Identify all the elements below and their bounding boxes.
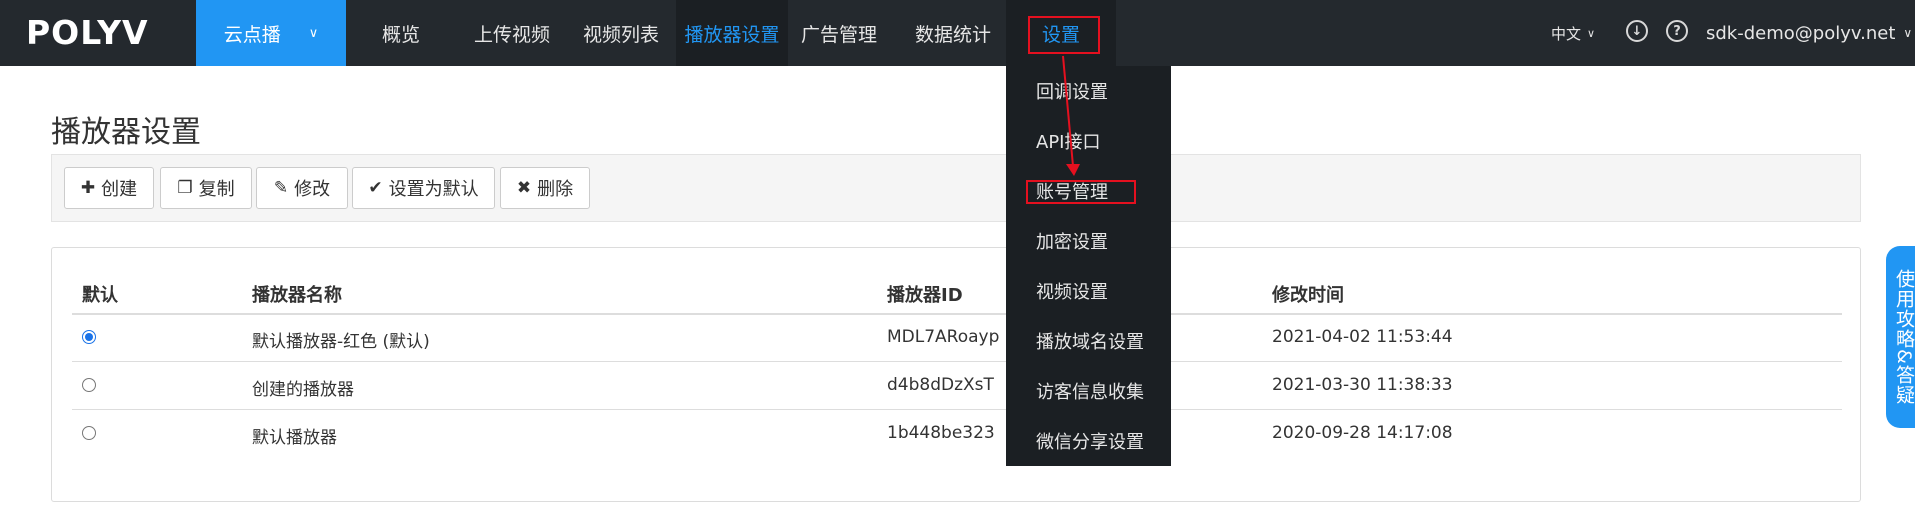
trash-icon: ✖ [516,178,532,198]
copy-button[interactable]: ❐ 复制 [160,167,252,209]
modified-time: 2021-04-02 11:53:44 [1272,327,1453,347]
column-header-id: 播放器ID [887,285,963,306]
player-id: MDL7ARoayp [887,327,1000,347]
account-highlight-box [1026,180,1136,204]
action-toolbar: ✚ 创建 ❐ 复制 ✎ 修改 ✔ 设置为默认 ✖ 删除 [51,154,1861,222]
menu-item-api[interactable]: API接口 [1036,126,1100,156]
help-guide-tab[interactable]: 使用攻略&答疑 [1886,246,1915,428]
menu-item-visitor-info[interactable]: 访客信息收集 [1036,376,1144,406]
nav-player-settings[interactable]: 播放器设置 [676,0,788,66]
menu-item-domain-settings[interactable]: 播放域名设置 [1036,326,1144,356]
header-divider [72,313,1842,315]
nav-video-list[interactable]: 视频列表 [578,0,664,66]
download-icon[interactable]: ↓ [1626,20,1648,42]
copy-label: 复制 [198,179,235,200]
player-table-panel: 默认 播放器名称 播放器ID 修改时间 默认播放器-红色 (默认) MDL7AR… [51,247,1861,502]
settings-dropdown-menu: 回调设置 API接口 账号管理 加密设置 视频设置 播放域名设置 访客信息收集 … [1006,66,1171,466]
language-switcher[interactable]: 中文 ∨ [1551,0,1595,66]
help-icon[interactable]: ? [1666,20,1688,42]
column-header-modified: 修改时间 [1272,285,1344,306]
edit-button[interactable]: ✎ 修改 [256,167,348,209]
edit-label: 修改 [294,179,331,200]
modified-time: 2020-09-28 14:17:08 [1272,423,1453,443]
create-label: 创建 [101,179,138,200]
nav-upload-video[interactable]: 上传视频 [466,0,558,66]
page-title: 播放器设置 [51,115,201,150]
user-email: sdk-demo@polyv.net [1706,22,1896,44]
row-divider [72,361,1842,362]
player-name: 默认播放器 [252,428,337,448]
default-radio[interactable] [82,378,96,392]
nav-overview[interactable]: 概览 [366,0,436,66]
product-label: 云点播 [223,23,281,46]
column-header-default: 默认 [82,285,118,306]
player-id: 1b448be323 [887,423,995,443]
menu-item-wechat-share[interactable]: 微信分享设置 [1036,426,1144,456]
chevron-down-icon: ∨ [308,25,319,41]
chevron-down-icon: ∨ [1587,26,1596,40]
check-circle-icon: ✔ [368,178,383,198]
default-radio[interactable] [82,330,96,344]
language-label: 中文 [1551,24,1582,43]
menu-item-encryption-settings[interactable]: 加密设置 [1036,226,1108,256]
set-default-button[interactable]: ✔ 设置为默认 [352,167,495,209]
player-id: d4b8dDzXsT [887,375,994,395]
top-navbar: POLYV 云点播 ∨ 概览 上传视频 视频列表 播放器设置 广告管理 数据统计… [0,0,1915,66]
default-radio[interactable] [82,426,96,440]
menu-item-callback-settings[interactable]: 回调设置 [1036,76,1108,106]
player-name: 默认播放器-红色 (默认) [252,332,430,352]
set-default-label: 设置为默认 [388,179,479,200]
polyv-logo[interactable]: POLYV [26,12,149,52]
pencil-icon: ✎ [273,178,289,198]
player-name: 创建的播放器 [252,380,354,400]
row-divider [72,409,1842,410]
plus-icon: ✚ [80,178,96,198]
nav-statistics[interactable]: 数据统计 [908,0,998,66]
column-header-name: 播放器名称 [252,285,342,306]
user-menu[interactable]: sdk-demo@polyv.net ∨ [1706,0,1912,66]
nav-ad-management[interactable]: 广告管理 [794,0,884,66]
modified-time: 2021-03-30 11:38:33 [1272,375,1453,395]
copy-icon: ❐ [177,178,193,198]
chevron-down-icon: ∨ [1903,26,1913,40]
menu-item-video-settings[interactable]: 视频设置 [1036,276,1108,306]
product-switcher[interactable]: 云点播 ∨ [196,0,346,66]
settings-highlight-box [1028,16,1100,54]
create-button[interactable]: ✚ 创建 [64,167,154,209]
delete-label: 删除 [537,179,574,200]
delete-button[interactable]: ✖ 删除 [500,167,590,209]
